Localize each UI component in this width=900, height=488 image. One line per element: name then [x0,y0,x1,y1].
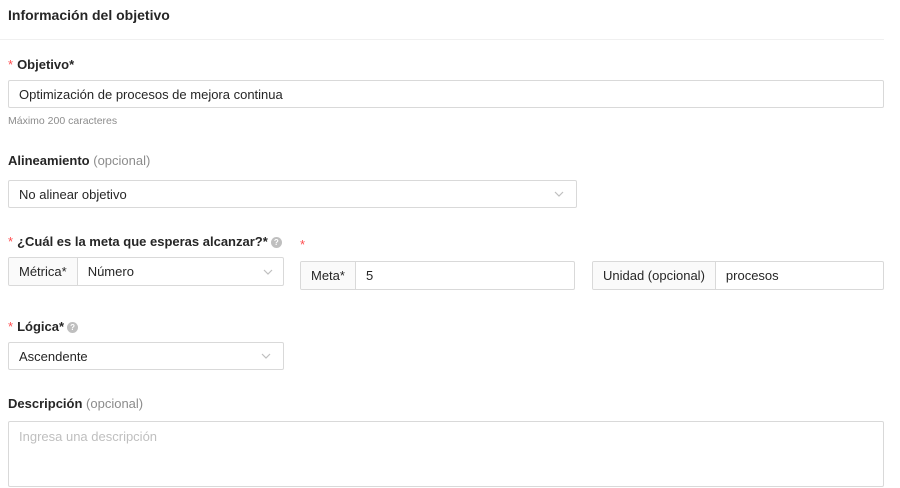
section-title: Información del objetivo [8,7,170,23]
target-input-value: 5 [365,268,374,283]
target-required-mark: * [300,237,306,252]
description-textarea[interactable]: Ingresa una descripción [8,421,884,487]
help-icon[interactable]: ? [67,322,79,334]
objective-label-text: Objetivo* [17,57,75,72]
objective-input[interactable]: Optimización de procesos de mejora conti… [8,80,884,108]
goal-label-text: ¿Cuál es la meta que esperas alcanzar?* [17,234,268,249]
unit-addon: Unidad (opcional) [593,262,716,289]
chevron-down-icon [259,349,273,363]
objective-label: * Objetivo* [8,57,74,72]
objective-hint: Máximo 200 caracteres [8,115,118,127]
chevron-down-icon [261,258,283,285]
unit-input-value: procesos [725,268,779,283]
metric-addon: Métrica* [9,258,78,285]
description-optional-text: (opcional) [86,396,144,411]
alignment-optional-text: (opcional) [93,153,151,168]
alignment-label-text: Alineamiento [8,153,90,168]
target-input[interactable]: Meta* 5 [300,261,575,290]
section-divider [0,39,884,40]
metric-select[interactable]: Métrica* Número [8,257,284,286]
required-mark: * [8,234,14,249]
description-placeholder: Ingresa una descripción [19,429,158,444]
metric-select-value: Número [87,264,134,279]
alignment-select-value: No alinear objetivo [19,186,127,202]
chevron-down-icon [552,187,566,201]
target-addon: Meta* [301,262,356,289]
objective-input-value: Optimización de procesos de mejora conti… [19,86,283,102]
alignment-label: Alineamiento (opcional) [8,153,150,168]
description-label: Descripción (opcional) [8,396,143,411]
logic-select[interactable]: Ascendente [8,342,284,370]
required-mark: * [8,319,14,334]
logic-label-text: Lógica* [17,319,65,334]
unit-input[interactable]: Unidad (opcional) procesos [592,261,884,290]
logic-label: * Lógica*? [8,319,79,334]
help-icon[interactable]: ? [270,237,282,249]
required-mark: * [8,57,14,72]
goal-label: * ¿Cuál es la meta que esperas alcanzar?*… [8,234,282,249]
description-label-text: Descripción [8,396,83,411]
logic-select-value: Ascendente [19,348,88,364]
alignment-select[interactable]: No alinear objetivo [8,180,577,208]
